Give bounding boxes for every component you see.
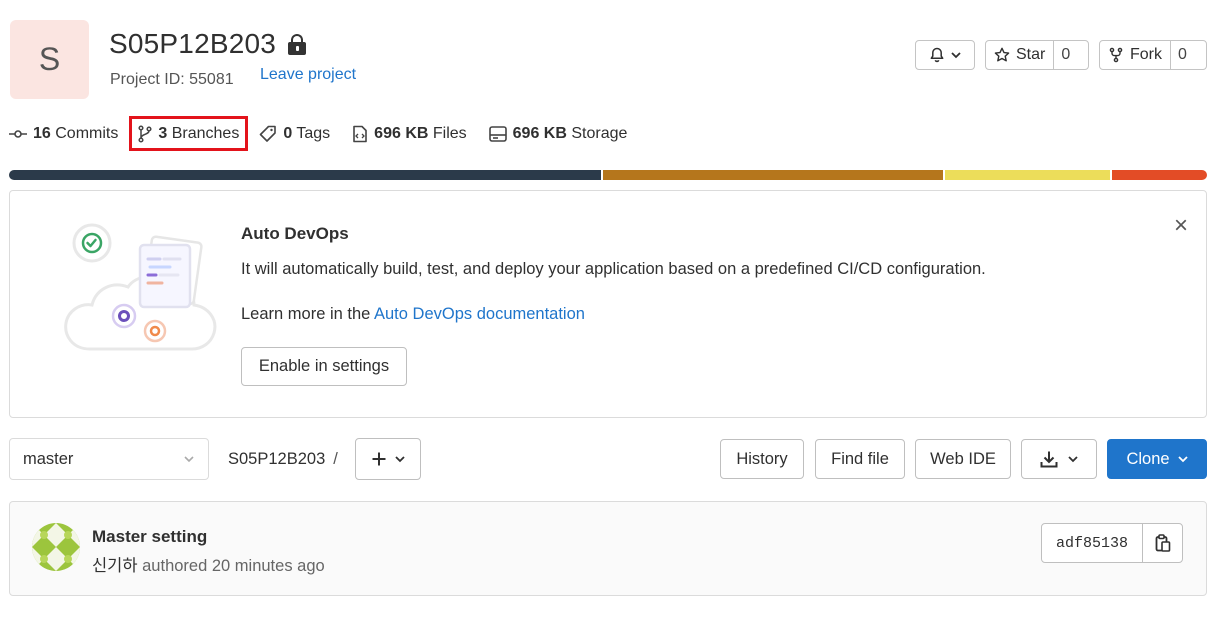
commits-stat[interactable]: 16 Commits bbox=[9, 121, 118, 147]
branch-icon bbox=[138, 124, 152, 143]
language-segment[interactable] bbox=[9, 170, 602, 180]
star-button[interactable]: Star 0 bbox=[985, 40, 1089, 70]
files-label: Files bbox=[432, 124, 467, 142]
star-label: Star bbox=[1016, 46, 1046, 63]
commits-label: Commits bbox=[55, 124, 119, 142]
fork-count[interactable]: 0 bbox=[1170, 41, 1194, 69]
fork-button[interactable]: Fork 0 bbox=[1099, 40, 1207, 70]
commit-title[interactable]: Master setting bbox=[92, 527, 207, 547]
copy-icon bbox=[1155, 534, 1170, 552]
language-segment[interactable] bbox=[603, 170, 944, 180]
branch-selector-value: master bbox=[23, 449, 74, 468]
branches-stat[interactable]: 3 Branches bbox=[129, 116, 249, 151]
language-segment[interactable] bbox=[1111, 170, 1207, 180]
leave-project-link[interactable]: Leave project bbox=[260, 66, 356, 84]
download-dropdown[interactable] bbox=[1021, 439, 1097, 479]
auto-devops-title: Auto DevOps bbox=[241, 224, 349, 243]
notification-dropdown[interactable] bbox=[915, 40, 975, 70]
lock-icon bbox=[288, 33, 307, 55]
storage-size: 696 KB bbox=[512, 124, 567, 142]
chevron-down-icon bbox=[1177, 456, 1188, 463]
add-to-tree-dropdown[interactable] bbox=[355, 438, 421, 480]
commit-authored-time: authored 20 minutes ago bbox=[137, 557, 325, 575]
commit-meta: 신기하 authored 20 minutes ago bbox=[92, 552, 325, 576]
history-button[interactable]: History bbox=[720, 439, 804, 479]
web-ide-button[interactable]: Web IDE bbox=[915, 439, 1011, 479]
branch-selector[interactable]: master bbox=[9, 438, 209, 480]
avatar-letter: S bbox=[38, 41, 61, 77]
page-title: S05P12B203 bbox=[109, 28, 307, 60]
branches-count: 3 bbox=[158, 124, 168, 142]
chevron-down-icon bbox=[1068, 456, 1078, 463]
repository-languages-bar[interactable] bbox=[9, 170, 1207, 180]
fork-icon bbox=[1109, 47, 1123, 63]
close-icon[interactable]: × bbox=[1171, 214, 1191, 238]
learn-more-prefix: Learn more in the bbox=[241, 305, 374, 323]
breadcrumb: S05P12B203 / bbox=[228, 450, 338, 469]
enable-in-settings-button[interactable]: Enable in settings bbox=[241, 347, 407, 386]
star-icon bbox=[994, 47, 1010, 62]
project-avatar: S bbox=[10, 20, 89, 99]
file-icon bbox=[353, 125, 367, 142]
clone-dropdown[interactable]: Clone bbox=[1107, 439, 1207, 479]
tags-label: Tags bbox=[296, 124, 331, 142]
commit-author-avatar[interactable] bbox=[32, 523, 80, 571]
files-size: 696 KB bbox=[374, 124, 429, 142]
star-count[interactable]: 0 bbox=[1053, 41, 1077, 69]
find-file-button[interactable]: Find file bbox=[815, 439, 905, 479]
storage-stat[interactable]: 696 KB Storage bbox=[488, 121, 628, 147]
chevron-down-icon bbox=[951, 52, 961, 59]
chevron-down-icon bbox=[184, 456, 194, 463]
plus-icon bbox=[372, 452, 386, 466]
bell-icon bbox=[930, 47, 944, 63]
files-stat[interactable]: 696 KB Files bbox=[352, 121, 467, 147]
auto-devops-illustration-icon bbox=[64, 223, 217, 351]
storage-icon bbox=[488, 125, 507, 142]
copy-sha-button[interactable] bbox=[1142, 524, 1182, 562]
commit-icon bbox=[9, 129, 27, 138]
breadcrumb-root-link[interactable]: S05P12B203 bbox=[228, 450, 325, 468]
commit-author[interactable]: 신기하 bbox=[92, 557, 138, 575]
auto-devops-learn-more: Learn more in the Auto DevOps documentat… bbox=[241, 305, 585, 324]
storage-label: Storage bbox=[571, 124, 628, 142]
branches-label: Branches bbox=[171, 124, 240, 142]
fork-label: Fork bbox=[1130, 46, 1162, 63]
commit-sha-group: adf85138 bbox=[1041, 523, 1184, 563]
commits-count: 16 bbox=[33, 124, 51, 142]
download-icon bbox=[1040, 451, 1058, 468]
tag-icon bbox=[260, 125, 277, 142]
chevron-down-icon bbox=[395, 456, 405, 463]
auto-devops-banner: Auto DevOps It will automatically build,… bbox=[9, 190, 1207, 418]
last-commit: Master setting 신기하 authored 20 minutes a… bbox=[9, 501, 1207, 596]
auto-devops-docs-link[interactable]: Auto DevOps documentation bbox=[374, 305, 585, 323]
tags-count: 0 bbox=[283, 124, 293, 142]
project-id: Project ID: 55081 bbox=[110, 71, 234, 88]
project-name: S05P12B203 bbox=[109, 28, 277, 59]
auto-devops-description: It will automatically build, test, and d… bbox=[241, 260, 986, 278]
breadcrumb-separator: / bbox=[333, 450, 338, 468]
project-stats: 16 Commits 3 Branches 0 Tags 696 KB File… bbox=[9, 116, 649, 151]
language-segment[interactable] bbox=[945, 170, 1110, 180]
commit-sha[interactable]: adf85138 bbox=[1042, 524, 1142, 562]
clone-label: Clone bbox=[1126, 449, 1170, 468]
tags-stat[interactable]: 0 Tags bbox=[259, 121, 330, 147]
